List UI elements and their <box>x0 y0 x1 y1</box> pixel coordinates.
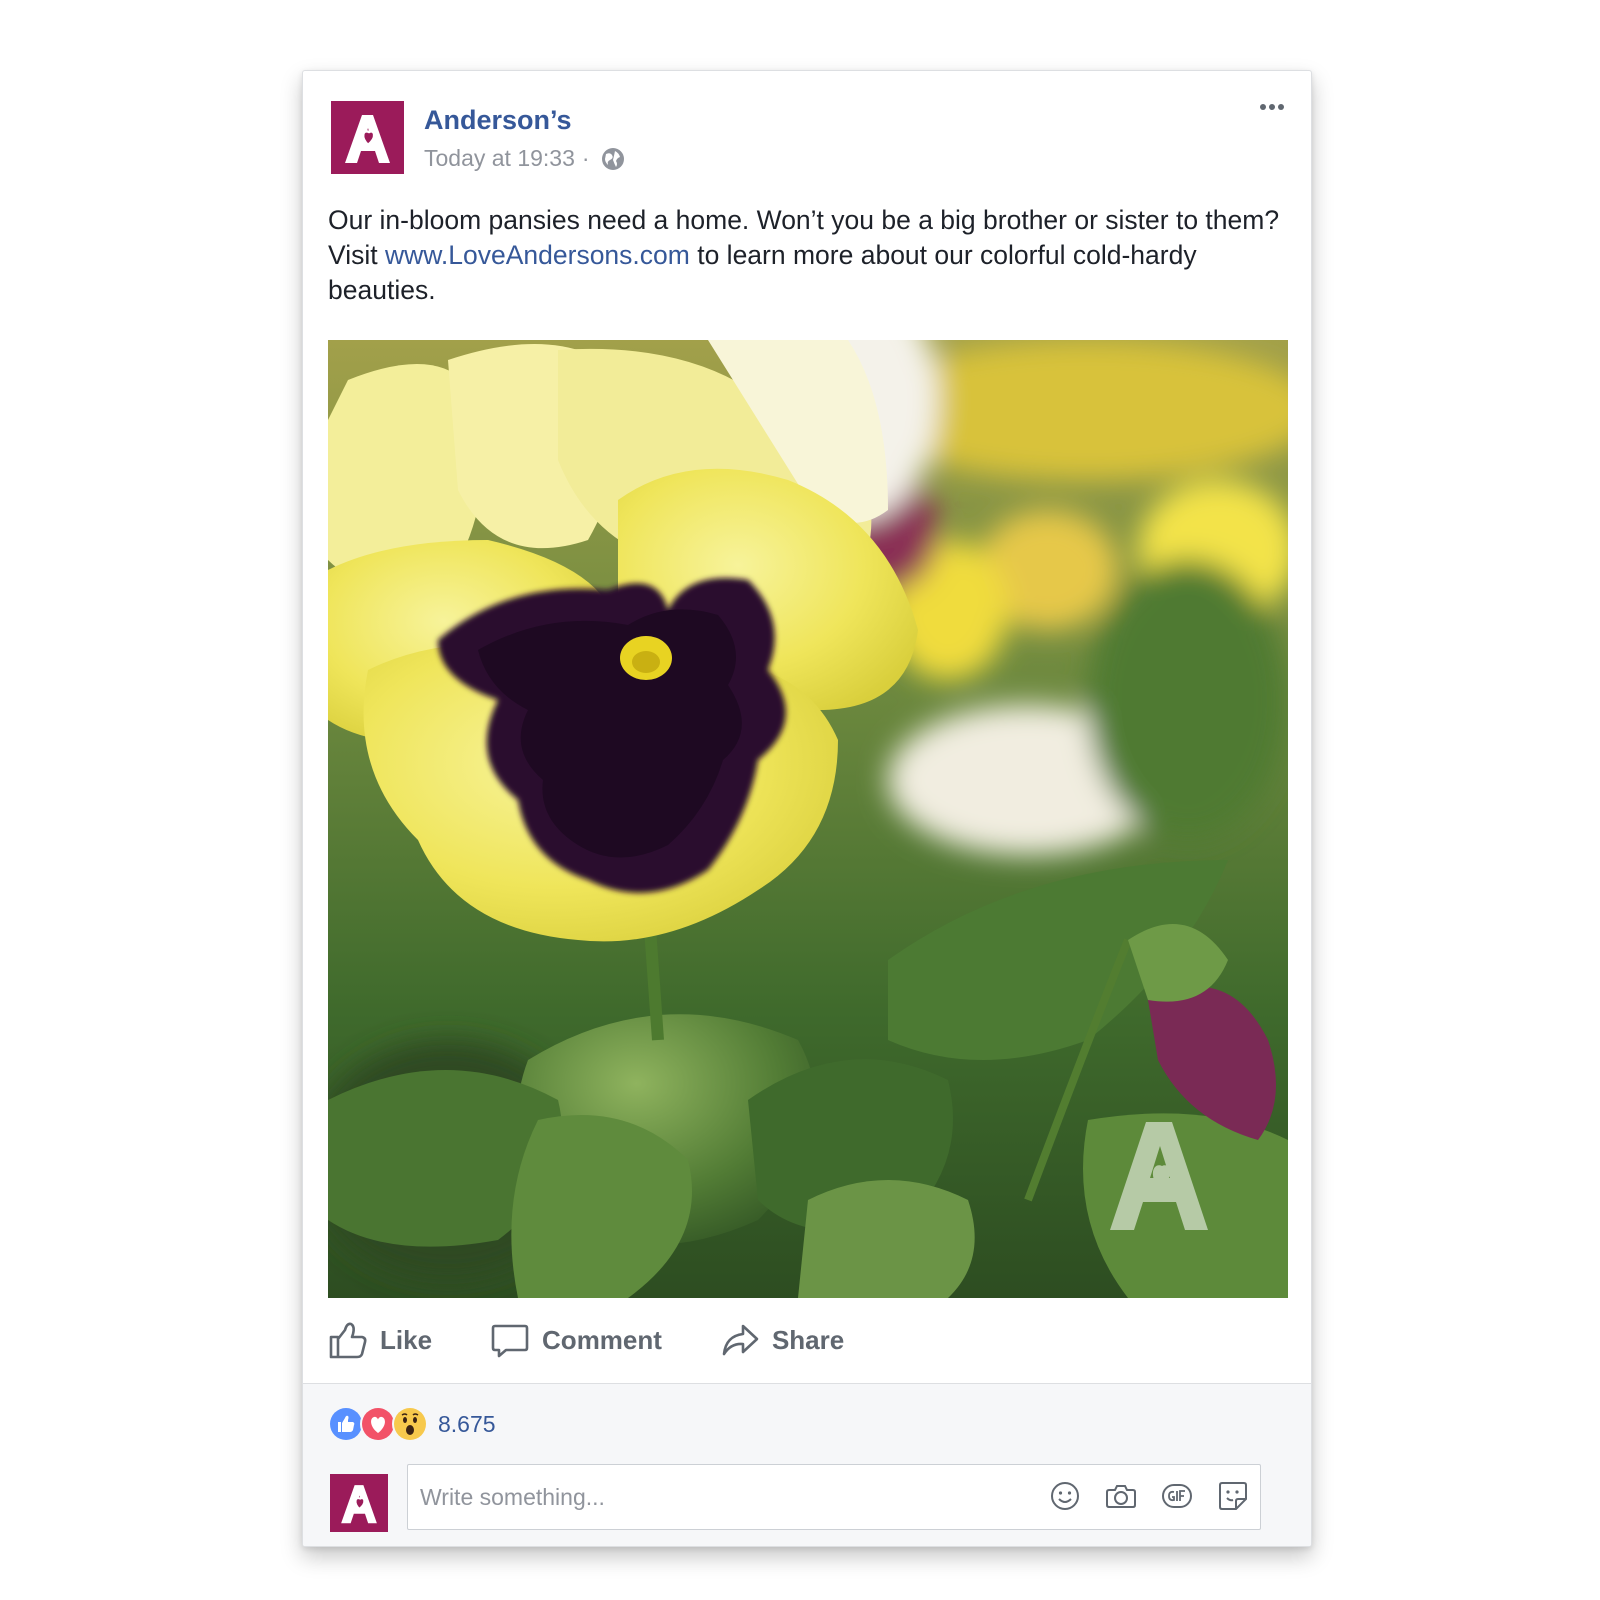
comment-tools <box>1048 1479 1250 1513</box>
like-button[interactable]: Like <box>328 1320 432 1360</box>
share-label: Share <box>771 1324 845 1355</box>
like-reaction-icon <box>328 1406 364 1442</box>
wow-reaction-icon <box>392 1406 428 1442</box>
like-label: Like <box>380 1324 433 1355</box>
page-name[interactable]: Anderson’s <box>424 105 572 136</box>
share-arrow-icon <box>722 1324 759 1356</box>
gif-icon[interactable] <box>1160 1479 1194 1513</box>
thumbs-up-icon <box>329 1322 367 1359</box>
post-photo[interactable] <box>328 340 1288 1298</box>
globe-icon[interactable] <box>601 147 625 171</box>
sticker-icon[interactable] <box>1216 1479 1250 1513</box>
post-actions: Like Comment Share <box>328 1315 902 1365</box>
camera-icon[interactable] <box>1104 1479 1138 1513</box>
post-caption: Our in-bloom pansies need a home. Won’t … <box>328 203 1288 308</box>
comment-button[interactable]: Comment <box>490 1320 662 1360</box>
post-footer: 8.675 <box>303 1383 1311 1546</box>
commenter-avatar <box>330 1474 388 1532</box>
page-avatar[interactable] <box>331 101 404 174</box>
meta-separator: · <box>581 145 590 171</box>
share-button[interactable]: Share <box>720 1320 844 1360</box>
emoji-icon[interactable] <box>1048 1479 1082 1513</box>
post-meta: Today at 19:33 · <box>424 145 625 172</box>
more-options-icon[interactable] <box>1255 95 1289 129</box>
post-timestamp[interactable]: Today at 19:33 <box>424 145 575 172</box>
reaction-count[interactable]: 8.675 <box>438 1411 496 1438</box>
comment-composer <box>407 1464 1261 1530</box>
comment-label: Comment <box>542 1324 662 1355</box>
reaction-summary[interactable]: 8.675 <box>328 1406 496 1442</box>
caption-link[interactable]: www.LoveAndersons.com <box>385 240 690 270</box>
post-card: Anderson’s Today at 19:33 · Our in-bloom… <box>302 70 1312 1547</box>
love-reaction-icon <box>360 1406 396 1442</box>
speech-bubble-icon <box>491 1324 529 1358</box>
comment-input[interactable] <box>418 1465 1022 1529</box>
